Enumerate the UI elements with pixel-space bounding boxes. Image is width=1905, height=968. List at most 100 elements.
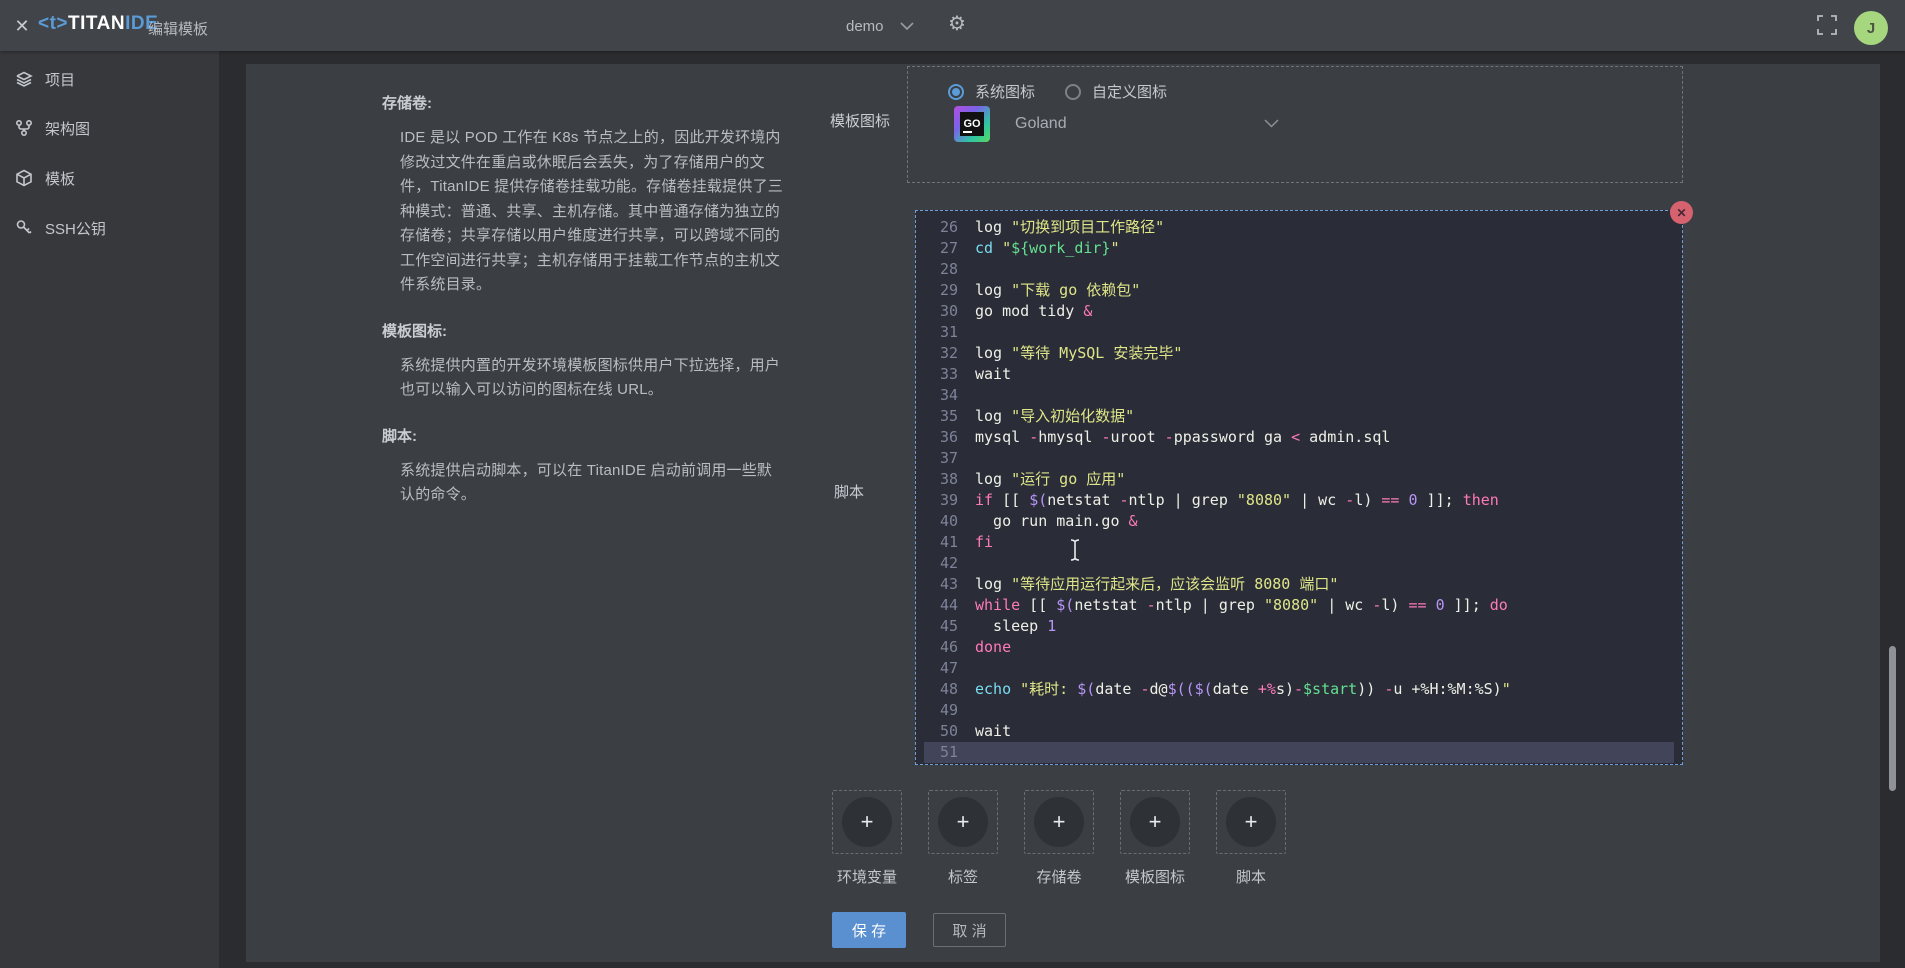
- sidebar-item-architecture[interactable]: 架构图: [0, 109, 219, 147]
- add-script-button[interactable]: +: [1216, 790, 1286, 854]
- add-tag-group: + 标签: [928, 790, 998, 887]
- code-line-28[interactable]: 28: [924, 259, 1674, 280]
- code-line-43[interactable]: 43log "等待应用运行起来后，应该会监听 8080 端口": [924, 574, 1674, 595]
- line-number: 43: [924, 574, 958, 595]
- code-line-39[interactable]: 39 if [[ $(netstat -ntlp | grep "8080" | …: [924, 490, 1674, 511]
- code-text: while [[ $(netstat -ntlp | grep "8080" |…: [975, 595, 1508, 616]
- code-line-27[interactable]: 27 cd "${work_dir}": [924, 238, 1674, 259]
- template-icon-field-label: 模板图标: [830, 110, 890, 131]
- add-template-icon-button[interactable]: +: [1120, 790, 1190, 854]
- line-number: 26: [924, 217, 958, 238]
- code-line-35[interactable]: 35log "导入初始化数据": [924, 406, 1674, 427]
- code-line-36[interactable]: 36mysql -hmysql -uroot -ppassword ga < a…: [924, 427, 1674, 448]
- sidebar-item-label: 模板: [45, 168, 75, 189]
- fullscreen-icon[interactable]: [1816, 14, 1838, 36]
- doc-heading-template-icon: 模板图标:: [382, 320, 784, 341]
- icon-type-radio-group: 系统图标 自定义图标: [948, 81, 1167, 102]
- code-line-45[interactable]: 45 sleep 1: [924, 616, 1674, 637]
- page-scrollbar[interactable]: [1889, 646, 1896, 791]
- save-button[interactable]: 保 存: [832, 912, 906, 948]
- sidebar-item-templates[interactable]: 模板: [0, 159, 219, 197]
- doc-body-script: 系统提供启动脚本，可以在 TitanIDE 启动前调用一些默认的命令。: [382, 459, 784, 508]
- env-dropdown[interactable]: demo: [846, 12, 914, 40]
- sidebar: 项目 架构图 模板 SSH公钥: [0, 51, 219, 968]
- line-number: 27: [924, 238, 958, 259]
- icon-dropdown[interactable]: GO Goland: [946, 102, 1291, 146]
- code-line-29[interactable]: 29log "下载 go 依赖包": [924, 280, 1674, 301]
- close-icon[interactable]: ✕: [10, 14, 34, 38]
- radio-dot-custom: [1065, 84, 1081, 100]
- code-line-26[interactable]: 26 log "切换到项目工作路径": [924, 217, 1674, 238]
- doc-heading-script: 脚本:: [382, 425, 784, 446]
- script-field-label: 脚本: [834, 481, 864, 502]
- code-text: cd "${work_dir}": [975, 238, 1120, 259]
- code-line-47[interactable]: 47: [924, 658, 1674, 679]
- code-line-34[interactable]: 34: [924, 385, 1674, 406]
- gear-icon[interactable]: ⚙: [948, 11, 966, 36]
- app-logo: <t>TITANIDE: [38, 13, 158, 35]
- code-text: if [[ $(netstat -ntlp | grep "8080" | wc…: [975, 490, 1499, 511]
- line-number: 30: [924, 301, 958, 322]
- code-line-33[interactable]: 33wait: [924, 364, 1674, 385]
- code-text: wait: [975, 364, 1011, 385]
- code-rows: 2526log "切换到项目工作路径"27cd "${work_dir}"282…: [924, 210, 1674, 763]
- page-title: 编辑模板: [148, 18, 208, 39]
- doc-heading-storage: 存储卷:: [382, 92, 784, 113]
- line-number: 45: [924, 616, 958, 637]
- logo-titan: TITAN: [68, 13, 125, 34]
- sidebar-item-ssh-keys[interactable]: SSH公钥: [0, 209, 219, 247]
- code-text: go run main.go &: [975, 511, 1138, 532]
- code-line-50[interactable]: 50wait: [924, 721, 1674, 742]
- code-text: go mod tidy &: [975, 301, 1092, 322]
- code-line-40[interactable]: 40 go run main.go &: [924, 511, 1674, 532]
- plus-icon: +: [938, 797, 988, 847]
- avatar[interactable]: J: [1854, 11, 1888, 45]
- logo-bracket-t: <t>: [38, 13, 68, 34]
- add-script-label: 脚本: [1216, 866, 1286, 887]
- doc-body-storage: IDE 是以 POD 工作在 K8s 节点之上的，因此开发环境内修改过文件在重启…: [382, 126, 784, 298]
- env-dropdown-value: demo: [846, 18, 884, 35]
- line-number: 31: [924, 322, 958, 343]
- code-text: log "切换到项目工作路径": [975, 217, 1164, 238]
- code-line-25[interactable]: 25: [924, 210, 1674, 217]
- line-number: 47: [924, 658, 958, 679]
- code-line-42[interactable]: 42: [924, 553, 1674, 574]
- add-template-icon-label: 模板图标: [1120, 866, 1190, 887]
- edit-template-panel: 存储卷: IDE 是以 POD 工作在 K8s 节点之上的，因此开发环境内修改过…: [246, 64, 1880, 962]
- line-number: 25: [924, 210, 958, 217]
- code-line-44[interactable]: 44while [[ $(netstat -ntlp | grep "8080"…: [924, 595, 1674, 616]
- code-text: sleep 1: [975, 616, 1056, 637]
- chevron-down-icon: [900, 18, 914, 35]
- script-editor[interactable]: 2526log "切换到项目工作路径"27cd "${work_dir}"282…: [915, 210, 1683, 765]
- code-line-32[interactable]: 32 log "等待 MySQL 安装完毕": [924, 343, 1674, 364]
- code-text: log "运行 go 应用": [975, 469, 1125, 490]
- code-line-37[interactable]: 37: [924, 448, 1674, 469]
- layers-icon: [15, 70, 33, 88]
- code-line-30[interactable]: 30 go mod tidy &: [924, 301, 1674, 322]
- code-line-41[interactable]: 41fi: [924, 532, 1674, 553]
- add-env-var-group: + 环境变量: [832, 790, 902, 887]
- line-number: 39: [924, 490, 958, 511]
- add-env-var-button[interactable]: +: [832, 790, 902, 854]
- code-line-31[interactable]: 31: [924, 322, 1674, 343]
- cancel-button[interactable]: 取 消: [933, 913, 1006, 947]
- add-tag-button[interactable]: +: [928, 790, 998, 854]
- line-number: 32: [924, 343, 958, 364]
- code-line-48[interactable]: 48echo "耗时: $(date -d@$(($(date +%s)-$st…: [924, 679, 1674, 700]
- radio-system-icon[interactable]: 系统图标: [948, 81, 1035, 102]
- code-text: log "等待 MySQL 安装完毕": [975, 343, 1182, 364]
- sidebar-item-projects[interactable]: 项目: [0, 60, 219, 98]
- add-volume-button[interactable]: +: [1024, 790, 1094, 854]
- code-line-49[interactable]: 49: [924, 700, 1674, 721]
- architecture-icon: [15, 119, 33, 137]
- topbar: ✕ <t>TITANIDE 编辑模板 demo ⚙ J: [0, 0, 1905, 51]
- add-template-icon-group: + 模板图标: [1120, 790, 1190, 887]
- code-line-46[interactable]: 46done: [924, 637, 1674, 658]
- chevron-down-icon: [1264, 115, 1279, 133]
- delete-script-button[interactable]: ✕: [1670, 201, 1693, 224]
- add-script-group: + 脚本: [1216, 790, 1286, 887]
- radio-custom-icon[interactable]: 自定义图标: [1065, 81, 1167, 102]
- line-number: 29: [924, 280, 958, 301]
- code-line-51[interactable]: 51: [924, 742, 1674, 763]
- code-line-38[interactable]: 38log "运行 go 应用": [924, 469, 1674, 490]
